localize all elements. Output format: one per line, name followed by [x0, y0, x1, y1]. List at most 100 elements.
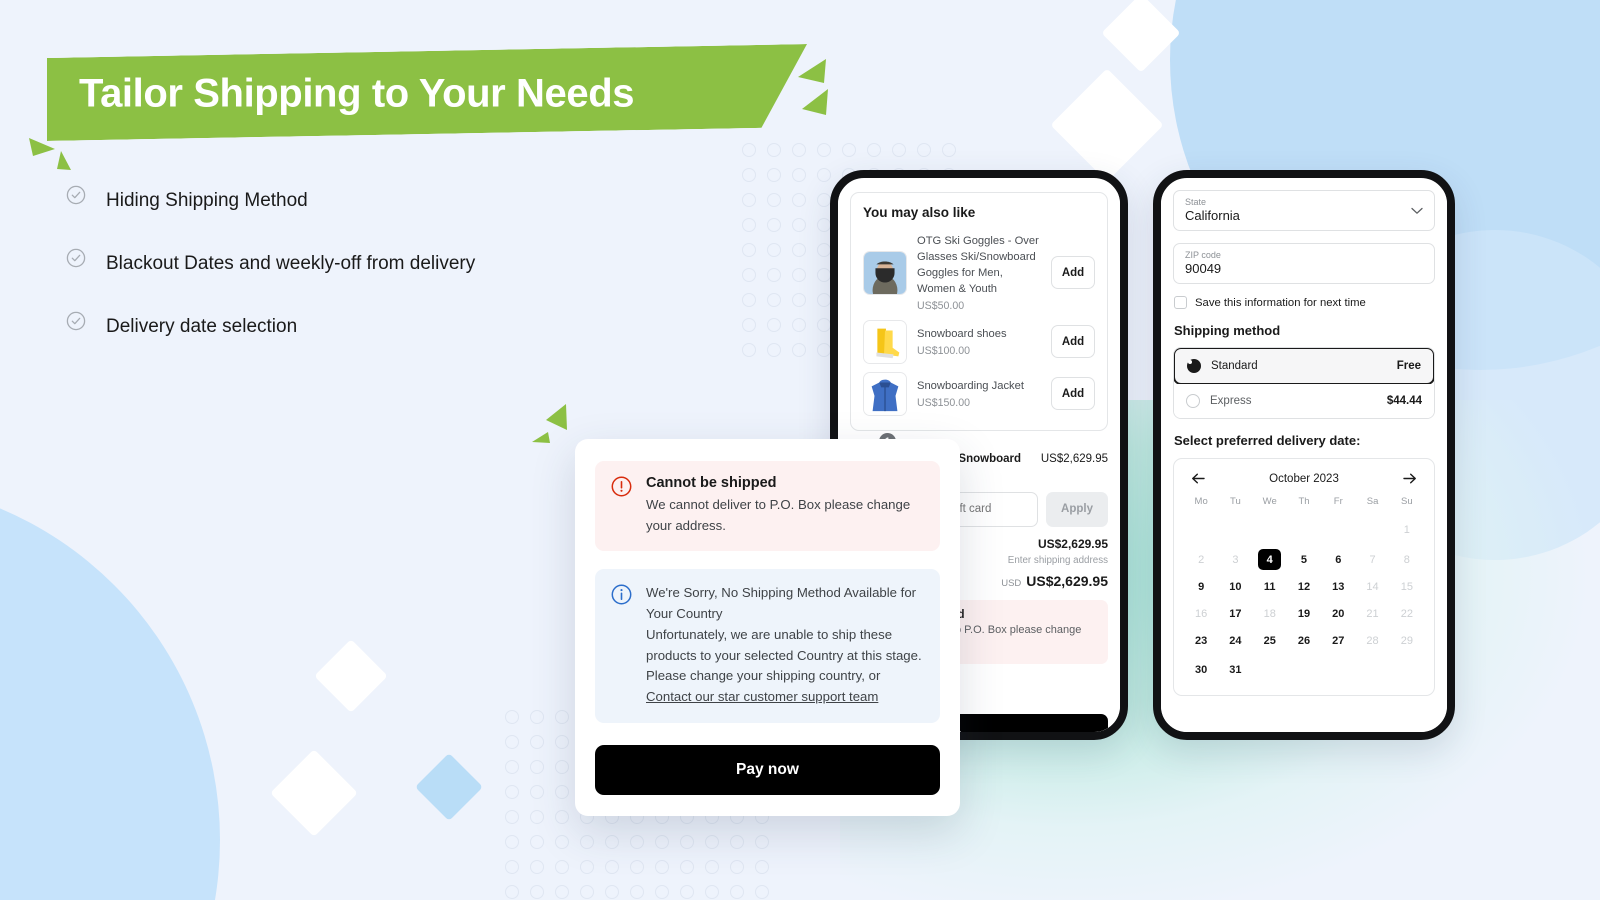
calendar-cell: 14: [1355, 573, 1389, 600]
line-item-price: US$2,629.95: [1040, 452, 1108, 465]
dot: [767, 193, 781, 207]
calendar-day[interactable]: 11: [1258, 576, 1281, 597]
check-circle-icon: [66, 311, 86, 336]
calendar-day-disabled: 28: [1366, 634, 1379, 647]
calendar-day[interactable]: 30: [1190, 660, 1213, 681]
calendar-weekday: Su: [1401, 496, 1413, 507]
dot: [705, 885, 719, 899]
dot: [817, 293, 831, 307]
dot: [892, 143, 906, 157]
next-month-arrow-icon[interactable]: [1399, 470, 1420, 487]
calendar-cell: 29: [1390, 627, 1424, 654]
calendar-grid: Mo Tu We Th Fr Sa Su 1 2 3 4 5 6 7 8 9 10 11 12 13 14 15 16 17…: [1184, 496, 1424, 686]
dot: [505, 885, 519, 899]
dot: [767, 218, 781, 232]
dot: [530, 835, 544, 849]
calendar-cell: 25: [1253, 627, 1287, 654]
calendar-day-selected[interactable]: 4: [1258, 549, 1282, 570]
dot: [605, 835, 619, 849]
support-link[interactable]: Contact our star customer support team: [646, 689, 878, 704]
shipping-option-standard[interactable]: Standard Free: [1174, 348, 1434, 385]
calendar-cell: 16: [1184, 600, 1218, 627]
calendar-day[interactable]: 6: [1327, 549, 1350, 570]
calendar-cell: 19: [1287, 600, 1321, 627]
save-info-checkbox[interactable]: [1174, 296, 1187, 309]
dot: [505, 760, 519, 774]
dot: [767, 293, 781, 307]
dot: [730, 835, 744, 849]
zip-code-field[interactable]: ZIP code 90049: [1173, 243, 1435, 284]
suggestions-card: You may also like OTG Ski Goggles - Over…: [850, 192, 1108, 431]
calendar-weekday: Th: [1298, 496, 1310, 507]
apply-discount-button[interactable]: Apply: [1046, 491, 1108, 527]
calendar-day-disabled: 1: [1403, 524, 1410, 536]
cannot-be-shipped-banner: Cannot be shipped We cannot deliver to P…: [595, 461, 940, 552]
dot: [530, 860, 544, 874]
add-to-cart-button[interactable]: Add: [1051, 377, 1095, 411]
delivery-date-calendar: October 2023 Mo Tu We Th Fr Sa Su 1 2 3 4 5 6 7 8 9 10 1…: [1173, 458, 1435, 696]
shipping-option-label: Express: [1210, 395, 1252, 407]
suggestion-price: US$50.00: [917, 299, 965, 312]
calendar-day[interactable]: 23: [1190, 630, 1213, 651]
calendar-cell: 24: [1218, 627, 1252, 654]
ski-goggles-photo: [863, 250, 907, 295]
calendar-cell: [1218, 514, 1252, 546]
suggestion-name: Snowboard shoes: [917, 327, 1007, 340]
calendar-cell: 27: [1321, 627, 1355, 654]
diamond-shape: [1101, 0, 1181, 73]
feature-item: Delivery date selection: [66, 308, 496, 345]
calendar-day[interactable]: 5: [1292, 549, 1315, 570]
check-circle-icon: [66, 248, 86, 273]
phone-mockup-shipping: State California ZIP code 90049 Save thi…: [1153, 170, 1455, 740]
calendar-week-row: 23 24 25 26 27 28 29: [1184, 627, 1424, 654]
calendar-day[interactable]: 9: [1190, 576, 1213, 597]
dot: [530, 735, 544, 749]
dot: [767, 268, 781, 282]
state-select[interactable]: State California: [1173, 190, 1435, 231]
calendar-day[interactable]: 10: [1224, 576, 1247, 597]
dot: [530, 785, 544, 799]
modal-pay-now-button[interactable]: Pay now: [595, 745, 940, 795]
dot: [792, 318, 806, 332]
dot: [817, 318, 831, 332]
calendar-day[interactable]: 13: [1327, 576, 1350, 597]
dot: [605, 885, 619, 899]
shipping-option-price: $44.44: [1386, 395, 1422, 407]
feature-label: Blackout Dates and weekly-off from deliv…: [106, 253, 476, 275]
feature-list: Hiding Shipping Method Blackout Dates an…: [66, 182, 496, 371]
calendar-day[interactable]: 12: [1292, 576, 1315, 597]
calendar-day[interactable]: 19: [1292, 603, 1315, 624]
calendar-day[interactable]: 25: [1258, 630, 1281, 651]
dot: [555, 810, 569, 824]
radio-standard[interactable]: [1187, 359, 1201, 373]
calendar-day[interactable]: 26: [1292, 630, 1315, 651]
calendar-day[interactable]: 24: [1224, 630, 1247, 651]
calendar-cell: 31: [1218, 654, 1252, 686]
dot: [742, 143, 756, 157]
suggestion-row: Snowboard shoes US$100.00 Add: [863, 316, 1095, 368]
dot: [792, 293, 806, 307]
modal-info-title: We're Sorry, No Shipping Method Availabl…: [646, 585, 917, 622]
headline-banner: Tailor Shipping to Your Needs: [47, 44, 807, 141]
calendar-cell: 28: [1355, 627, 1389, 654]
radio-express[interactable]: [1186, 394, 1200, 408]
dot: [742, 268, 756, 282]
add-to-cart-button[interactable]: Add: [1051, 325, 1095, 359]
calendar-day[interactable]: 27: [1327, 630, 1350, 651]
dot: [792, 343, 806, 357]
suggestion-name: Snowboarding Jacket: [917, 379, 1024, 392]
dot: [742, 318, 756, 332]
calendar-cell: 26: [1287, 627, 1321, 654]
calendar-day[interactable]: 17: [1224, 603, 1247, 624]
previous-month-arrow-icon[interactable]: [1188, 470, 1209, 487]
add-to-cart-button[interactable]: Add: [1051, 256, 1095, 290]
dot: [555, 710, 569, 724]
diamond-shape: [1050, 68, 1164, 182]
calendar-day[interactable]: 20: [1327, 603, 1350, 624]
info-circle-icon: [611, 584, 632, 707]
shipping-option-express[interactable]: Express $44.44: [1174, 384, 1434, 418]
dot: [817, 343, 831, 357]
calendar-day[interactable]: 31: [1224, 660, 1247, 681]
save-info-checkbox-row[interactable]: Save this information for next time: [1161, 284, 1447, 309]
dot: [630, 835, 644, 849]
